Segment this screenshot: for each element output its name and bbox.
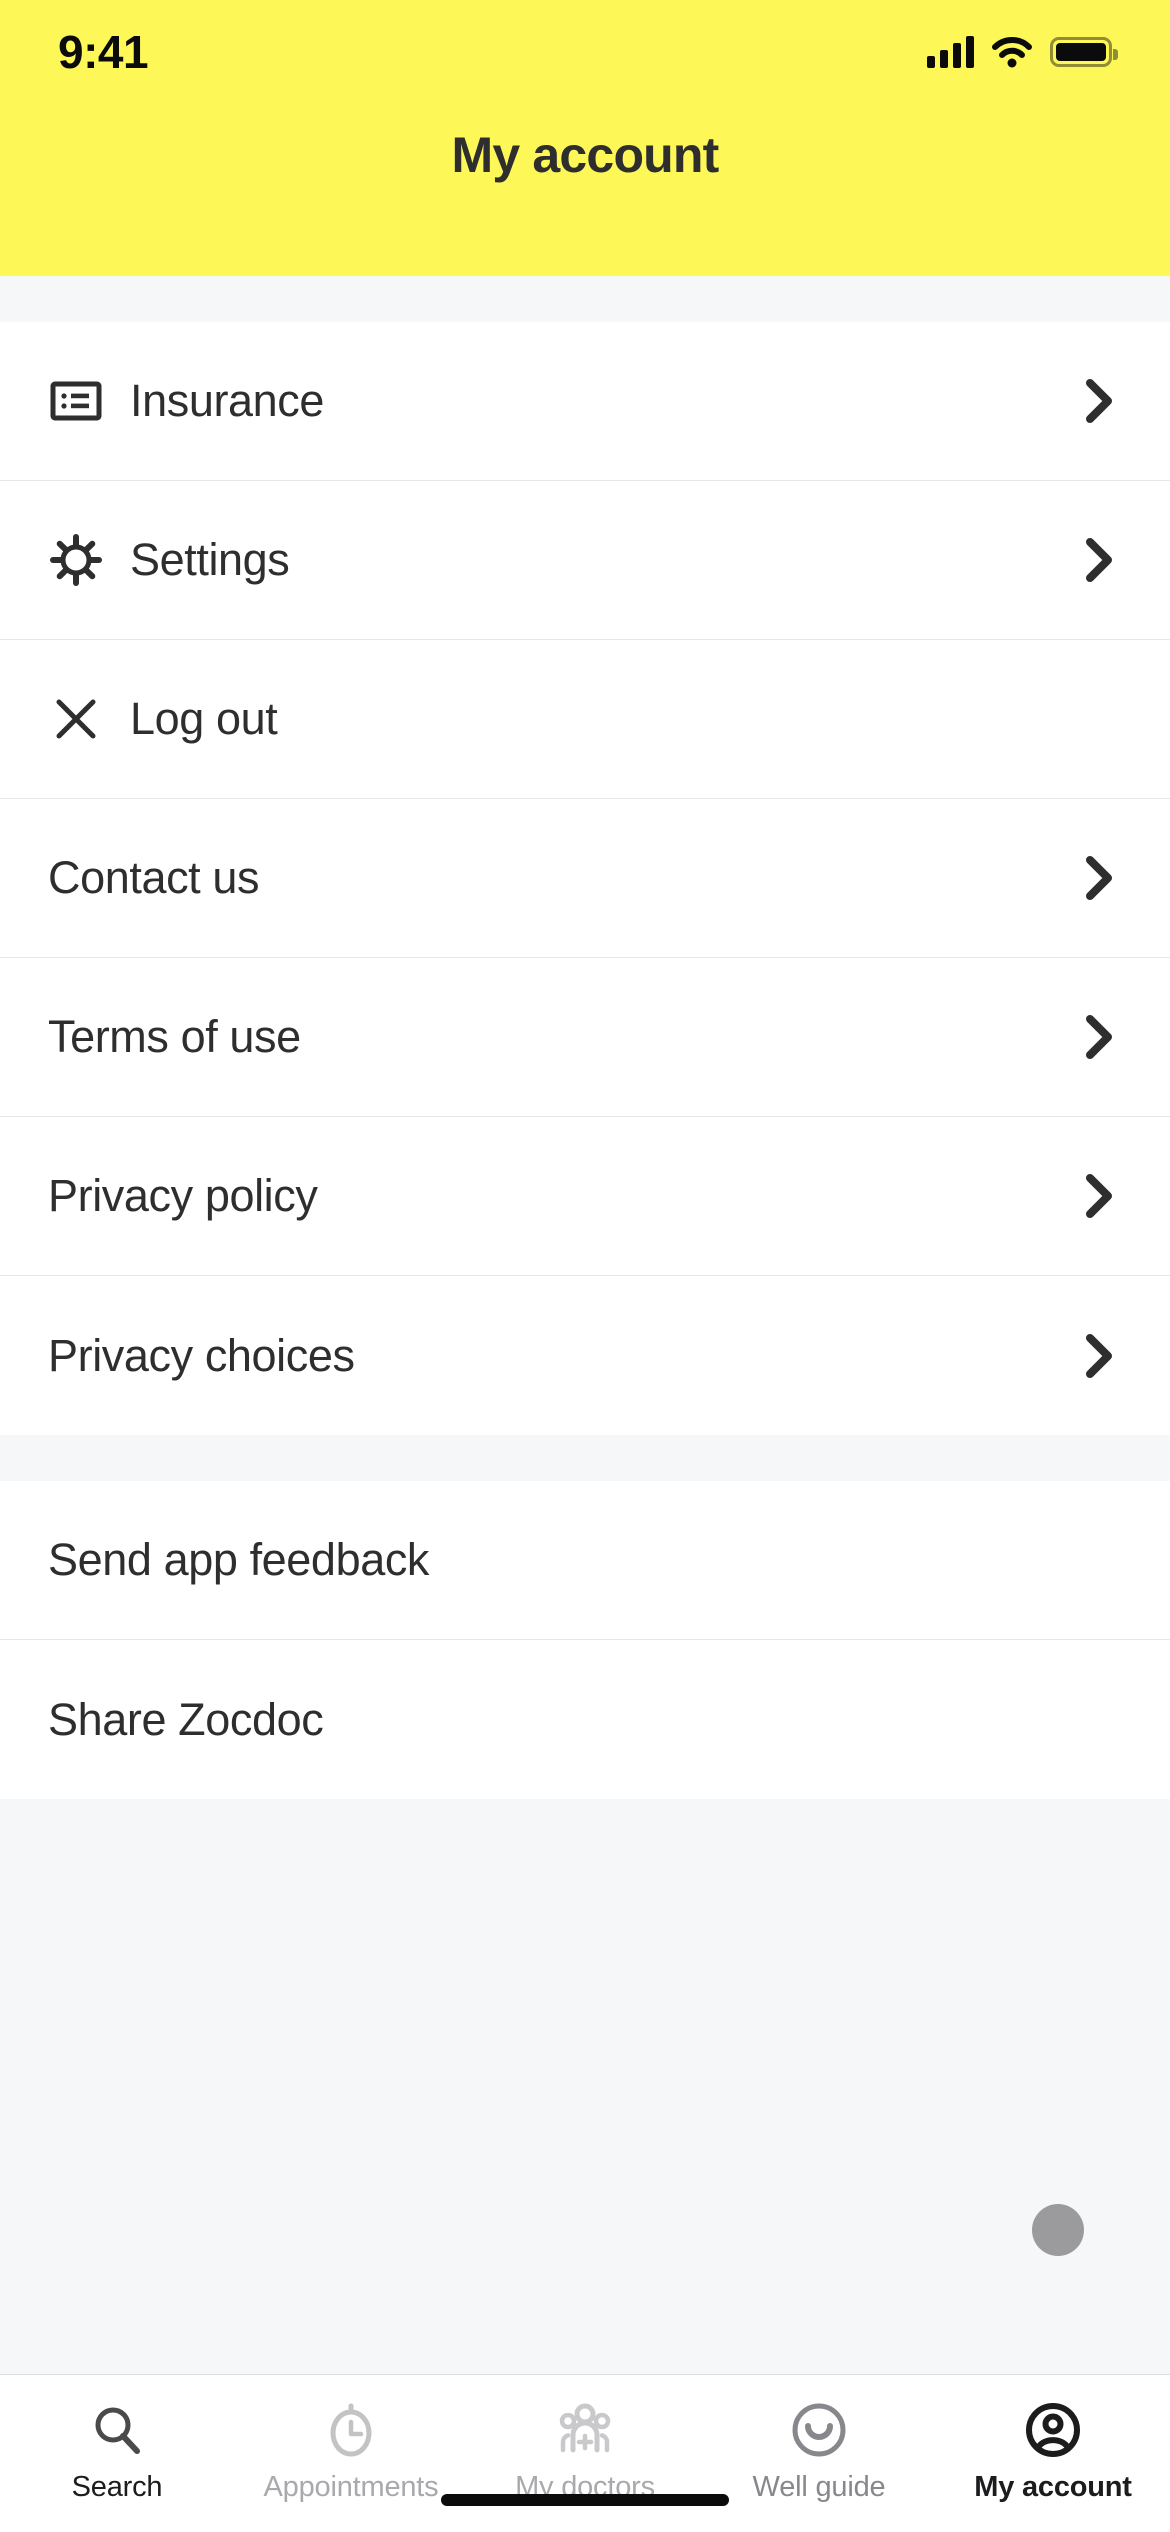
search-icon: [89, 2399, 145, 2461]
tab-appointments[interactable]: Appointments: [234, 2399, 468, 2504]
tab-label: Well guide: [752, 2471, 886, 2503]
menu-item-label: Send app feedback: [48, 1534, 430, 1585]
menu-item-insurance[interactable]: Insurance: [0, 322, 1170, 481]
gear-icon: [48, 532, 104, 588]
menu-item-label: Insurance: [130, 375, 325, 426]
tab-label: My account: [974, 2471, 1132, 2503]
close-x-icon: [48, 691, 104, 747]
wifi-icon: [991, 36, 1033, 68]
chevron-right-icon: [1076, 537, 1122, 583]
menu-item-label: Log out: [130, 693, 278, 744]
tab-label: Appointments: [263, 2471, 439, 2503]
smiley-face-icon: [790, 2399, 848, 2461]
clock-icon: [323, 2399, 379, 2461]
menu-item-label: Privacy choices: [48, 1329, 355, 1381]
chevron-right-icon: [1076, 1333, 1122, 1379]
app-screen: 9:41 My account Insurance Settings Log o…: [0, 0, 1170, 2532]
menu-item-label: Share Zocdoc: [48, 1693, 324, 1745]
menu-group-secondary: Send app feedback Share Zocdoc: [0, 1481, 1170, 1799]
menu-item-label: Contact us: [48, 852, 260, 903]
menu-group-primary: Insurance Settings Log out Contact us Te…: [0, 322, 1170, 1435]
chevron-right-icon: [1076, 378, 1122, 424]
status-bar: 9:41: [0, 0, 1170, 104]
top-spacer: [0, 276, 1170, 322]
menu-item-label: Privacy policy: [48, 1170, 318, 1221]
tab-my-doctors[interactable]: My doctors: [468, 2399, 702, 2504]
menu-item-send-app-feedback[interactable]: Send app feedback: [0, 1481, 1170, 1640]
tab-well-guide[interactable]: Well guide: [702, 2399, 936, 2504]
menu-item-terms-of-use[interactable]: Terms of use: [0, 958, 1170, 1117]
battery-icon: [1050, 37, 1118, 67]
cellular-signal-icon: [927, 36, 974, 68]
tab-my-account[interactable]: My account: [936, 2399, 1170, 2504]
menu-item-privacy-choices[interactable]: Privacy choices: [0, 1276, 1170, 1435]
status-bar-icons: [927, 36, 1118, 68]
page-title: My account: [451, 127, 719, 183]
menu-item-contact-us[interactable]: Contact us: [0, 799, 1170, 958]
tab-search[interactable]: Search: [0, 2399, 234, 2504]
header: 9:41 My account: [0, 0, 1170, 276]
insurance-card-icon: [48, 373, 104, 429]
chevron-right-icon: [1076, 855, 1122, 901]
menu-item-privacy-policy[interactable]: Privacy policy: [0, 1117, 1170, 1276]
status-bar-time: 9:41: [58, 26, 149, 78]
menu-item-share-zocdoc[interactable]: Share Zocdoc: [0, 1640, 1170, 1799]
tab-label: Search: [71, 2471, 163, 2503]
group-spacer: [0, 1435, 1170, 1481]
bottom-tab-bar: Search Appointments My doctors Well guid…: [0, 2374, 1170, 2532]
home-indicator: [441, 2494, 729, 2506]
menu-item-label: Terms of use: [48, 1011, 301, 1062]
doctors-group-icon: [555, 2399, 615, 2461]
chevron-right-icon: [1076, 1173, 1122, 1219]
menu-item-label: Settings: [130, 534, 290, 585]
user-circle-icon: [1024, 2399, 1082, 2461]
content-scroll-area[interactable]: Insurance Settings Log out Contact us Te…: [0, 276, 1170, 2374]
menu-item-settings[interactable]: Settings: [0, 481, 1170, 640]
menu-item-log-out[interactable]: Log out: [0, 640, 1170, 799]
floating-scroll-dot[interactable]: [1032, 2204, 1084, 2256]
chevron-right-icon: [1076, 1014, 1122, 1060]
